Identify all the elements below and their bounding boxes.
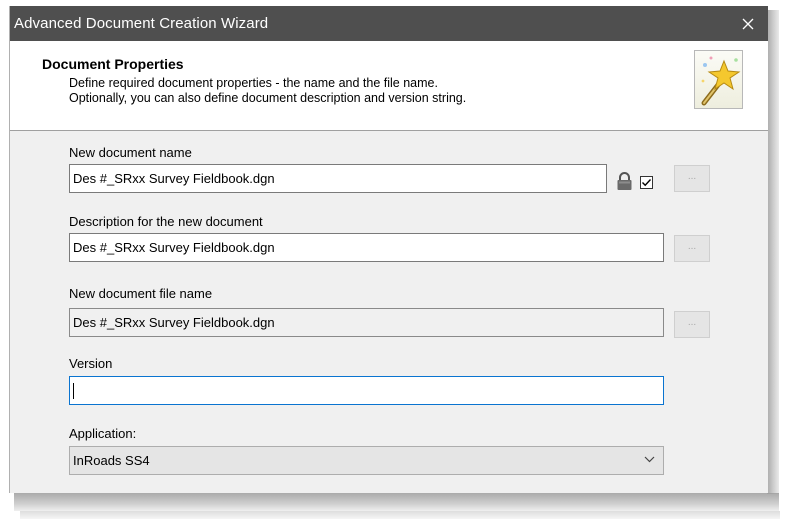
doc-name-browse-button[interactable]: ... [674, 165, 710, 192]
application-selected-value: InRoads SS4 [73, 453, 150, 468]
description-line: Define required document properties - th… [69, 76, 438, 90]
file-name-label: New document file name [69, 286, 213, 301]
close-button[interactable] [728, 6, 768, 41]
description-line: Optionally, you can also define document… [69, 91, 467, 105]
description-browse-button[interactable]: ... [674, 235, 710, 262]
title-bar[interactable]: Advanced Document Creation Wizard [10, 6, 768, 41]
doc-name-checkbox[interactable] [640, 176, 653, 189]
version-input[interactable] [69, 376, 664, 405]
description-label: Description for the new document [69, 214, 263, 229]
window-shadow [20, 511, 780, 519]
wizard-dialog: Advanced Document Creation Wizard Docume… [9, 6, 768, 493]
window-title: Advanced Document Creation Wizard [14, 15, 269, 32]
application-label: Application: [69, 426, 137, 441]
window-shadow [14, 493, 779, 511]
lock-icon[interactable] [616, 172, 633, 191]
file-name-input[interactable]: Des #_SRxx Survey Fieldbook.dgn [69, 308, 664, 337]
doc-name-input[interactable]: Des #_SRxx Survey Fieldbook.dgn [69, 164, 607, 193]
close-icon [742, 18, 754, 29]
file-name-browse-button[interactable]: ... [674, 311, 710, 338]
version-label: Version [69, 356, 113, 371]
page-title: Document Properties [42, 56, 184, 72]
checkmark-icon [642, 179, 652, 187]
window-shadow [767, 10, 779, 494]
doc-name-label: New document name [69, 145, 192, 160]
wizard-wand-icon [694, 50, 743, 109]
chevron-down-icon [644, 456, 655, 463]
description-input[interactable]: Des #_SRxx Survey Fieldbook.dgn [69, 233, 664, 262]
application-select[interactable]: InRoads SS4 [69, 446, 664, 475]
wizard-header: Document Properties Define required docu… [10, 41, 768, 131]
page-description: Define required document properties - th… [69, 76, 466, 106]
text-caret [73, 383, 74, 399]
